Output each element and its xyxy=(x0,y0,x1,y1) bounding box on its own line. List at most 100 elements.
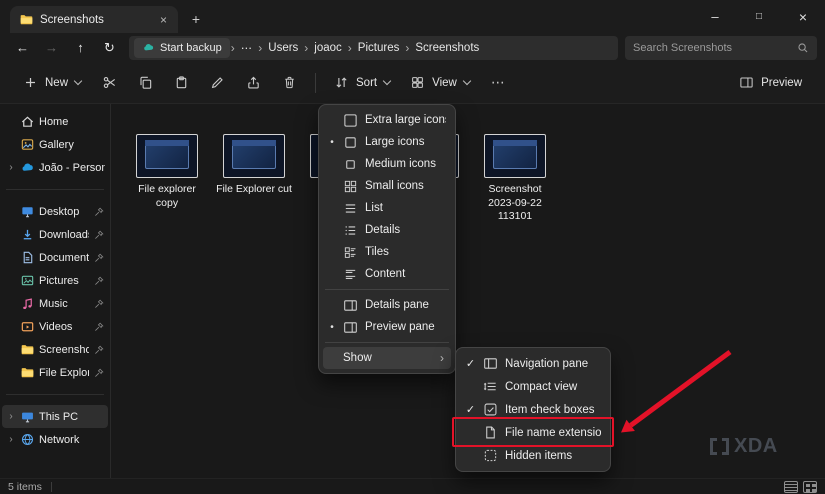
breadcrumb-screenshots[interactable]: Screenshots xyxy=(410,42,484,54)
back-button[interactable]: ← xyxy=(8,36,37,60)
menu-item-preview-pane[interactable]: • Preview pane xyxy=(323,316,451,338)
preview-toggle-button[interactable]: Preview xyxy=(730,68,811,98)
chevron-down-icon xyxy=(74,76,82,84)
menu-item-item-check-boxes[interactable]: ✓ Item check boxes xyxy=(460,398,606,421)
thumbnail-titlebar xyxy=(145,140,189,146)
sidebar-item-label: Network xyxy=(39,434,105,446)
sidebar-item-gallery[interactable]: Gallery xyxy=(2,133,108,156)
menu-item-details[interactable]: Details xyxy=(323,219,451,241)
start-backup-button[interactable]: Start backup xyxy=(134,38,230,58)
details-view-toggle-icon[interactable] xyxy=(784,481,798,493)
menu-item-details-pane[interactable]: Details pane xyxy=(323,294,451,316)
sidebar-item-network[interactable]: › Network xyxy=(2,428,108,451)
sidebar-divider xyxy=(6,189,104,190)
menu-item-label: Tiles xyxy=(365,246,446,258)
address-field[interactable]: Start backup › ⋯ › Users › joaoc › Pictu… xyxy=(129,36,618,60)
menu-item-compact-view[interactable]: Compact view xyxy=(460,375,606,398)
menu-item-large-icons[interactable]: • Large icons xyxy=(323,131,451,153)
search-input[interactable] xyxy=(633,42,797,54)
close-button[interactable]: × xyxy=(781,0,825,33)
file-thumbnail xyxy=(484,134,546,178)
sidebar-item-downloads[interactable]: Downloads xyxy=(2,223,108,246)
view-button-label: View xyxy=(432,77,457,89)
onedrive-backup-icon xyxy=(142,41,155,54)
menu-item-label: Details xyxy=(365,224,446,236)
menu-item-content[interactable]: Content xyxy=(323,263,451,285)
breadcrumb-overflow[interactable]: ⋯ xyxy=(236,41,258,55)
maximize-button[interactable]: □ xyxy=(737,0,781,33)
expander-chevron-icon[interactable]: › xyxy=(6,434,16,445)
share-button[interactable] xyxy=(236,68,270,98)
pin-icon xyxy=(93,229,105,241)
extra-large-icons-icon xyxy=(343,113,358,128)
menu-item-show[interactable]: Show › xyxy=(323,347,451,369)
sidebar-item-label: Music xyxy=(39,298,89,310)
minimize-button[interactable]: – xyxy=(693,0,737,33)
tab-close-icon[interactable]: × xyxy=(155,11,172,28)
more-options-button[interactable]: ⋯ xyxy=(481,68,515,98)
rename-button[interactable] xyxy=(200,68,234,98)
search-icon xyxy=(797,42,809,54)
explorer-tab[interactable]: Screenshots × xyxy=(10,6,178,33)
check-icon: ✓ xyxy=(465,357,476,370)
thumbnail-titlebar xyxy=(493,140,537,146)
sidebar-item-screenshots[interactable]: Screenshots xyxy=(2,338,108,361)
status-bar: 5 items xyxy=(0,478,825,494)
up-button[interactable]: ↑ xyxy=(66,36,95,60)
breadcrumb-pictures[interactable]: Pictures xyxy=(353,42,405,54)
forward-button[interactable]: → xyxy=(37,36,66,60)
copy-button[interactable] xyxy=(128,68,162,98)
pictures-icon xyxy=(20,273,35,288)
thumbnail-view-toggle-icon[interactable] xyxy=(803,481,817,493)
expander-chevron-icon[interactable]: › xyxy=(6,411,16,422)
view-button[interactable]: View xyxy=(401,68,479,98)
file-item[interactable]: File Explorer cut xyxy=(216,134,292,197)
sidebar-item-music[interactable]: Music xyxy=(2,292,108,315)
menu-item-label: Large icons xyxy=(365,136,446,148)
delete-button[interactable] xyxy=(272,68,306,98)
search-box[interactable] xyxy=(625,36,817,60)
toolbar-divider xyxy=(315,73,316,93)
paste-button[interactable] xyxy=(164,68,198,98)
sidebar-item-label: Desktop xyxy=(39,206,89,218)
sort-button[interactable]: Sort xyxy=(325,68,399,98)
menu-item-list[interactable]: List xyxy=(323,197,451,219)
menu-item-label: Details pane xyxy=(365,299,446,311)
pin-icon xyxy=(93,275,105,287)
sidebar-item-videos[interactable]: Videos xyxy=(2,315,108,338)
preview-pane-icon xyxy=(739,75,754,90)
sidebar-item-pictures[interactable]: Pictures xyxy=(2,269,108,292)
menu-item-tiles[interactable]: Tiles xyxy=(323,241,451,263)
menu-item-hidden-items[interactable]: Hidden items xyxy=(460,444,606,467)
sidebar-item-this-pc[interactable]: › This PC xyxy=(2,405,108,428)
file-item[interactable]: Screenshot 2023-09-22 113101 xyxy=(477,134,553,224)
new-tab-button[interactable]: + xyxy=(183,7,209,31)
sidebar-item-desktop[interactable]: Desktop xyxy=(2,200,108,223)
menu-item-small-icons[interactable]: Small icons xyxy=(323,175,451,197)
menu-item-label: Extra large icons xyxy=(365,114,446,126)
menu-item-file-name-extensions[interactable]: File name extensions xyxy=(460,421,606,444)
sidebar-item-documents[interactable]: Documents xyxy=(2,246,108,269)
pin-icon xyxy=(93,206,105,218)
preview-pane-icon xyxy=(343,320,358,335)
desktop-icon xyxy=(20,204,35,219)
expander-chevron-icon[interactable]: › xyxy=(6,162,16,173)
refresh-button[interactable]: ↻ xyxy=(95,36,124,60)
pin-icon xyxy=(93,367,105,379)
large-icons-icon xyxy=(343,135,358,150)
onedrive-cloud-icon xyxy=(20,160,35,175)
new-button[interactable]: New xyxy=(14,68,90,98)
sidebar-item-onedrive-personal[interactable]: › João - Personal xyxy=(2,156,108,179)
sidebar-item-file-explorer[interactable]: File Explorer xyxy=(2,361,108,384)
file-item[interactable]: File explorer copy xyxy=(129,134,205,210)
menu-item-navigation-pane[interactable]: ✓ Navigation pane xyxy=(460,352,606,375)
breadcrumb-users[interactable]: Users xyxy=(263,42,303,54)
file-name: File explorer copy xyxy=(129,183,205,210)
breadcrumb-joaoc[interactable]: joaoc xyxy=(309,42,347,54)
menu-divider xyxy=(325,289,449,290)
menu-item-extra-large-icons[interactable]: Extra large icons xyxy=(323,109,451,131)
sidebar-item-home[interactable]: Home xyxy=(2,110,108,133)
window-controls: – □ × xyxy=(693,0,825,33)
cut-button[interactable] xyxy=(92,68,126,98)
menu-item-medium-icons[interactable]: Medium icons xyxy=(323,153,451,175)
